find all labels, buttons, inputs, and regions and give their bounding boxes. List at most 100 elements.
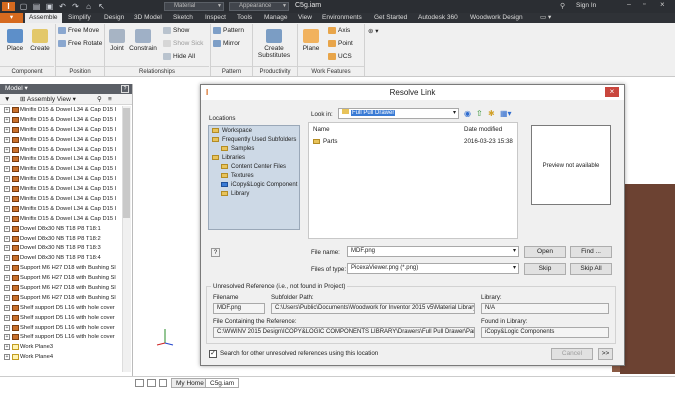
location-frequent[interactable]: Frequently Used Subfolders — [212, 137, 296, 143]
tab-view[interactable]: View — [298, 13, 312, 23]
tree-item[interactable]: + Dowel D8x30 NB T18 P8 T18:3 — [0, 243, 132, 253]
show-sick-button[interactable]: Show Sick — [163, 40, 203, 47]
scrollbar-thumb[interactable] — [123, 108, 130, 218]
expand-icon[interactable]: + — [4, 126, 10, 133]
tree-item[interactable]: + Minifix D15 & Dowel L34 & Cap D15 I — [0, 135, 132, 145]
free-move-button[interactable]: Free Move — [58, 27, 99, 34]
tree-item[interactable]: + Minifix D15 & Dowel L34 & Cap D15 I — [0, 174, 132, 184]
more-button[interactable]: >> — [598, 348, 613, 360]
skip-button[interactable]: Skip — [524, 263, 566, 275]
minimize-icon[interactable]: – — [627, 1, 631, 8]
location-workspace[interactable]: Workspace — [212, 128, 252, 134]
panel-productivity[interactable]: Productivity — [253, 66, 297, 76]
expand-icon[interactable]: + — [4, 156, 10, 163]
tile-icon[interactable] — [135, 379, 144, 387]
ucs-button[interactable]: UCS — [328, 53, 352, 60]
mirror-button[interactable]: Mirror — [213, 40, 240, 47]
expand-icon[interactable]: + — [4, 186, 10, 193]
assembly-view-dropdown[interactable]: ⊞ Assembly View ▾ — [20, 94, 76, 105]
select-icon[interactable]: ↖ — [97, 2, 106, 11]
expand-icon[interactable]: + — [4, 196, 10, 203]
tree-item[interactable]: + Shelf support D5 L16 with hole cover — [0, 323, 132, 333]
location-content-center[interactable]: Content Center Files — [221, 164, 286, 170]
tree-item[interactable]: + Dowel D8x30 NB T18 P8 T18:4 — [0, 253, 132, 263]
expand-icon[interactable]: + — [4, 294, 10, 301]
ribbon-options-button[interactable]: ⊛ ▾ — [368, 27, 379, 35]
tree-item[interactable]: + Shelf support D5 L16 with hole cover — [0, 313, 132, 323]
tree-item[interactable]: + Work Plane4 — [0, 352, 132, 362]
home-icon[interactable]: ⌂ — [84, 2, 93, 11]
tree-item[interactable]: + Dowel D8x30 NB T18 P8 T18:2 — [0, 234, 132, 244]
close-icon[interactable]: × — [660, 0, 665, 9]
expand-icon[interactable]: + — [4, 344, 10, 351]
hide-all-button[interactable]: Hide All — [163, 53, 195, 60]
app-menu-icon[interactable]: I — [2, 2, 15, 11]
place-button[interactable]: Place — [4, 29, 26, 52]
tree-item[interactable]: + Support M6 H27 D18 with Bushing Sl — [0, 263, 132, 273]
tree-item[interactable]: + Dowel D8x30 NB T18 P8 T18:1 — [0, 224, 132, 234]
tree-item[interactable]: + Minifix D15 & Dowel L34 & Cap D15 I — [0, 204, 132, 214]
create-substitutes-button[interactable]: Create Substitutes — [254, 29, 294, 59]
find-icon[interactable]: ⚲ — [97, 94, 102, 105]
tree-item[interactable]: + Work Plane3 — [0, 342, 132, 352]
sign-in-button[interactable]: Sign In — [576, 2, 596, 9]
cabinet-model[interactable] — [620, 184, 675, 374]
tab-inspect[interactable]: Inspect — [205, 13, 226, 23]
menu-icon[interactable]: ≡ — [108, 94, 112, 105]
grid-icon[interactable] — [147, 379, 156, 387]
expand-icon[interactable]: + — [4, 255, 10, 262]
column-name-header[interactable]: Name — [313, 126, 330, 133]
panel-component[interactable]: Component — [0, 66, 54, 76]
undo-icon[interactable]: ↶ — [58, 2, 67, 11]
list-icon[interactable] — [159, 379, 167, 387]
tree-item[interactable]: + Support M6 H27 D18 with Bushing Sl — [0, 283, 132, 293]
expand-icon[interactable]: + — [4, 334, 10, 341]
expand-icon[interactable]: + — [4, 166, 10, 173]
cancel-button[interactable]: Cancel — [551, 348, 593, 360]
tree-item[interactable]: + Minifix D15 & Dowel L34 & Cap D15 I — [0, 145, 132, 155]
tree-item[interactable]: + Minifix D15 & Dowel L34 & Cap D15 I — [0, 214, 132, 224]
tab-c5g-iam[interactable]: C5g.iam — [205, 378, 240, 388]
expand-icon[interactable]: + — [4, 304, 10, 311]
tree-item[interactable]: + Minifix D15 & Dowel L34 & Cap D15 I — [0, 154, 132, 164]
expand-icon[interactable]: + — [4, 225, 10, 232]
expand-icon[interactable]: + — [4, 136, 10, 143]
expand-icon[interactable]: + — [4, 324, 10, 331]
panel-pattern[interactable]: Pattern — [211, 66, 252, 76]
file-row[interactable]: Parts 2016-03-23 15:38 — [313, 138, 513, 147]
tree-item[interactable]: + Minifix D15 & Dowel L34 & Cap D15 I — [0, 194, 132, 204]
tree-item[interactable]: + Shelf support D5 L16 with hole cover — [0, 303, 132, 313]
tree-item[interactable]: + Support M6 H27 D18 with Bushing Sl — [0, 273, 132, 283]
appearance-combo[interactable]: Appearance ▼ — [229, 2, 289, 11]
close-icon[interactable]: × — [605, 87, 619, 97]
new-icon[interactable]: ▢ — [19, 2, 28, 11]
column-date-header[interactable]: Date modified — [464, 126, 502, 133]
find-button[interactable]: Find ... — [570, 246, 612, 258]
tree-item[interactable]: + Minifix D15 & Dowel L34 & Cap D15 I — [0, 125, 132, 135]
location-icopy-logic[interactable]: iCopy&Logic Component — [221, 182, 297, 188]
expand-icon[interactable]: + — [4, 107, 10, 113]
tree-item[interactable]: + Support M6 H27 D18 with Bushing Sl — [0, 293, 132, 303]
plane-button[interactable]: Plane — [300, 29, 322, 52]
tab-woodwork-design[interactable]: Woodwork Design — [470, 13, 523, 23]
tab-get-started[interactable]: Get Started — [374, 13, 407, 23]
look-in-dropdown[interactable]: Full Pull Drawer ▾ — [338, 108, 459, 119]
panel-relationships[interactable]: Relationships — [105, 66, 209, 76]
tab-3d-model[interactable]: 3D Model — [134, 13, 162, 23]
material-combo[interactable]: Material ▼ — [164, 2, 224, 11]
constrain-button[interactable]: Constrain — [128, 29, 158, 52]
tab-tools[interactable]: Tools — [237, 13, 252, 23]
expand-icon[interactable]: + — [4, 176, 10, 183]
expand-icon[interactable]: + — [4, 265, 10, 272]
location-samples[interactable]: Samples — [221, 146, 254, 152]
tab-assemble[interactable]: Assemble — [25, 13, 62, 23]
up-folder-icon[interactable]: ⇧ — [476, 109, 483, 118]
tab-autodesk-360[interactable]: Autodesk 360 — [418, 13, 458, 23]
tab-my-home[interactable]: My Home — [171, 378, 209, 388]
tab-overflow-icon[interactable]: ▭ ▾ — [540, 13, 551, 23]
axis-button[interactable]: Axis — [328, 27, 350, 34]
filter-icon[interactable]: ▼ — [4, 94, 10, 105]
tab-sketch[interactable]: Sketch — [173, 13, 193, 23]
show-button[interactable]: Show — [163, 27, 189, 34]
file-name-input[interactable]: MDF.png ▾ — [347, 246, 519, 257]
